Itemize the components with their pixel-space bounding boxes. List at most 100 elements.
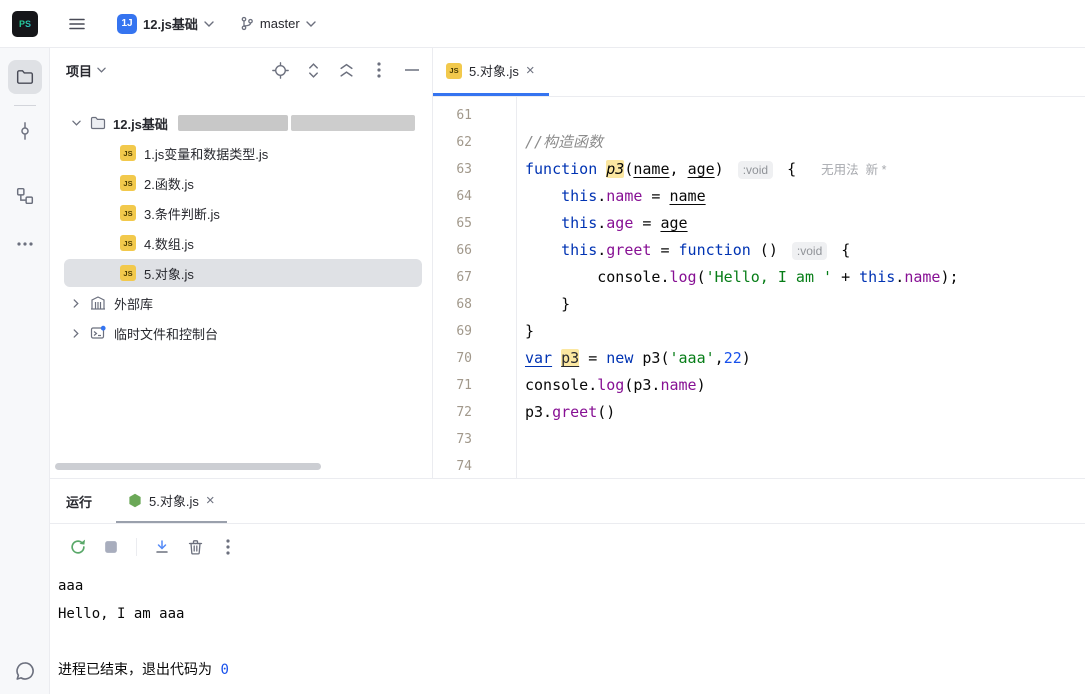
toolbar-divider (136, 538, 137, 556)
run-tab-label: 5.对象.js (149, 493, 199, 509)
node-label: 外部库 (114, 296, 154, 312)
code-editor[interactable]: 61 62 63 64 65 66 67 68 69 70 71 72 73 74 //构造函数 funct… (433, 97, 1085, 478)
file-label: 1.js变量和数据类型.js (144, 146, 269, 162)
collapse-all-icon[interactable] (336, 60, 356, 80)
chevron-right-icon[interactable] (68, 298, 84, 308)
code-line[interactable] (525, 453, 1085, 478)
tree-row-file-selected[interactable]: JS 5.对象.js (50, 258, 432, 288)
structure-tool-window-icon[interactable] (8, 179, 42, 213)
code-line[interactable]: console.log(p3.name) (525, 372, 1085, 399)
app-logo-text: PS (18, 18, 31, 29)
run-tool-window-title[interactable]: 运行 (66, 492, 92, 511)
stop-icon[interactable] (97, 533, 125, 561)
branch-selector[interactable]: master (232, 11, 324, 36)
code-line[interactable]: p3.greet() (525, 399, 1085, 426)
process-exit-line: 进程已结束，退出代码为 0 (58, 656, 1085, 684)
more-tool-windows-icon[interactable] (8, 227, 42, 261)
titlebar: PS 1J 12.js基础 master (0, 0, 1085, 48)
line-number[interactable]: 66 (433, 237, 516, 264)
code-line[interactable]: } (525, 318, 1085, 345)
code-line[interactable] (525, 426, 1085, 453)
line-number[interactable]: 70 (433, 345, 516, 372)
project-selector[interactable]: 1J 12.js基础 (109, 9, 222, 39)
close-icon[interactable]: × (526, 63, 535, 78)
code-line[interactable]: var p3 = new p3('aaa',22) (525, 345, 1085, 372)
line-number[interactable]: 73 (433, 426, 516, 453)
expand-collapse-icon[interactable] (303, 60, 323, 80)
line-number[interactable]: 71 (433, 372, 516, 399)
line-number[interactable]: 74 (433, 453, 516, 478)
project-tool-window-icon[interactable] (8, 60, 42, 94)
panel-options-icon[interactable] (369, 60, 389, 80)
js-file-icon: JS (120, 265, 136, 281)
code-line[interactable]: this.age = age (525, 210, 1085, 237)
code-line[interactable]: } (525, 291, 1085, 318)
code-line[interactable]: this.greet = function () :void { (525, 237, 1085, 264)
main-menu-icon[interactable] (61, 8, 93, 40)
line-number[interactable]: 61 (433, 102, 516, 129)
code-line[interactable] (525, 102, 1085, 129)
scroll-to-end-icon[interactable] (148, 533, 176, 561)
run-toolbar (50, 524, 1085, 570)
close-icon[interactable]: × (206, 493, 215, 508)
console-output: aaa Hello, I am aaa (58, 572, 1085, 656)
file-label: 3.条件判断.js (144, 206, 220, 222)
chevron-right-icon[interactable] (68, 328, 84, 338)
locate-file-icon[interactable] (270, 60, 290, 80)
editor-tab[interactable]: JS 5.对象.js × (433, 48, 549, 96)
branch-name: master (259, 16, 300, 31)
line-number[interactable]: 72 (433, 399, 516, 426)
console-options-icon[interactable] (214, 533, 242, 561)
tree-row-file[interactable]: JS 4.数组.js (50, 228, 432, 258)
exit-code: 0 (220, 662, 229, 678)
tree-root-label: 12.js基础 (113, 116, 168, 132)
folder-icon (90, 115, 106, 131)
tree-row-external-libraries[interactable]: 外部库 (50, 288, 432, 318)
project-name: 12.js基础 (143, 17, 198, 32)
clear-console-icon[interactable] (181, 533, 209, 561)
redacted-path (290, 115, 415, 131)
line-number[interactable]: 69 (433, 318, 516, 345)
chevron-down-icon (305, 20, 316, 27)
line-number[interactable]: 67 (433, 264, 516, 291)
ide-window: PS 1J 12.js基础 master 项目 12.js基础 JS 1.js变… (0, 0, 1085, 694)
code-line[interactable]: //构造函数 (525, 129, 1085, 156)
code-line[interactable]: this.name = name (525, 183, 1085, 210)
redacted-path (177, 115, 288, 131)
run-tabrow: 运行 5.对象.js × (50, 479, 1085, 524)
chevron-down-icon[interactable] (68, 120, 84, 126)
js-file-icon: JS (120, 235, 136, 251)
editor-area: JS 5.对象.js × 61 62 63 64 65 66 67 68 69 70 71 72 73 7… (433, 48, 1085, 478)
nodejs-icon (128, 493, 142, 508)
hide-panel-icon[interactable] (402, 60, 422, 80)
tree-row-root[interactable]: 12.js基础 (50, 108, 432, 138)
node-label: 临时文件和控制台 (114, 326, 219, 342)
run-tab[interactable]: 5.对象.js × (116, 479, 227, 523)
code-lines[interactable]: //构造函数 function p3(name, age) :void { 无用法… (517, 97, 1085, 478)
line-number[interactable]: 62 (433, 129, 516, 156)
line-number[interactable]: 64 (433, 183, 516, 210)
tree-row-file[interactable]: JS 3.条件判断.js (50, 198, 432, 228)
tree-row-scratches[interactable]: 临时文件和控制台 (50, 318, 432, 348)
ai-assistant-chat-icon[interactable] (8, 654, 42, 688)
line-number[interactable]: 68 (433, 291, 516, 318)
tree-row-file[interactable]: JS 1.js变量和数据类型.js (50, 138, 432, 168)
horizontal-scrollbar[interactable] (55, 463, 321, 470)
console[interactable]: aaa Hello, I am aaa 进程已结束，退出代码为 0 (50, 570, 1085, 684)
line-number[interactable]: 65 (433, 210, 516, 237)
project-badge: 1J (117, 13, 137, 34)
js-file-icon: JS (120, 145, 136, 161)
code-line[interactable]: function p3(name, age) :void { 无用法 新 * (525, 156, 1085, 183)
app-logo-icon: PS (12, 10, 38, 37)
editor-gutter[interactable]: 61 62 63 64 65 66 67 68 69 70 71 72 73 74 (433, 97, 517, 478)
project-panel-title-dropdown[interactable]: 项目 (66, 61, 106, 80)
rerun-icon[interactable] (64, 533, 92, 561)
exit-message: 进程已结束，退出代码为 (58, 662, 221, 678)
tree-row-file[interactable]: JS 2.函数.js (50, 168, 432, 198)
line-number[interactable]: 63 (433, 156, 516, 183)
console-line: Hello, I am aaa (58, 606, 185, 622)
code-line[interactable]: console.log('Hello, I am ' + this.name); (525, 264, 1085, 291)
commit-tool-window-icon[interactable] (8, 114, 42, 148)
chevron-down-icon (97, 67, 106, 73)
